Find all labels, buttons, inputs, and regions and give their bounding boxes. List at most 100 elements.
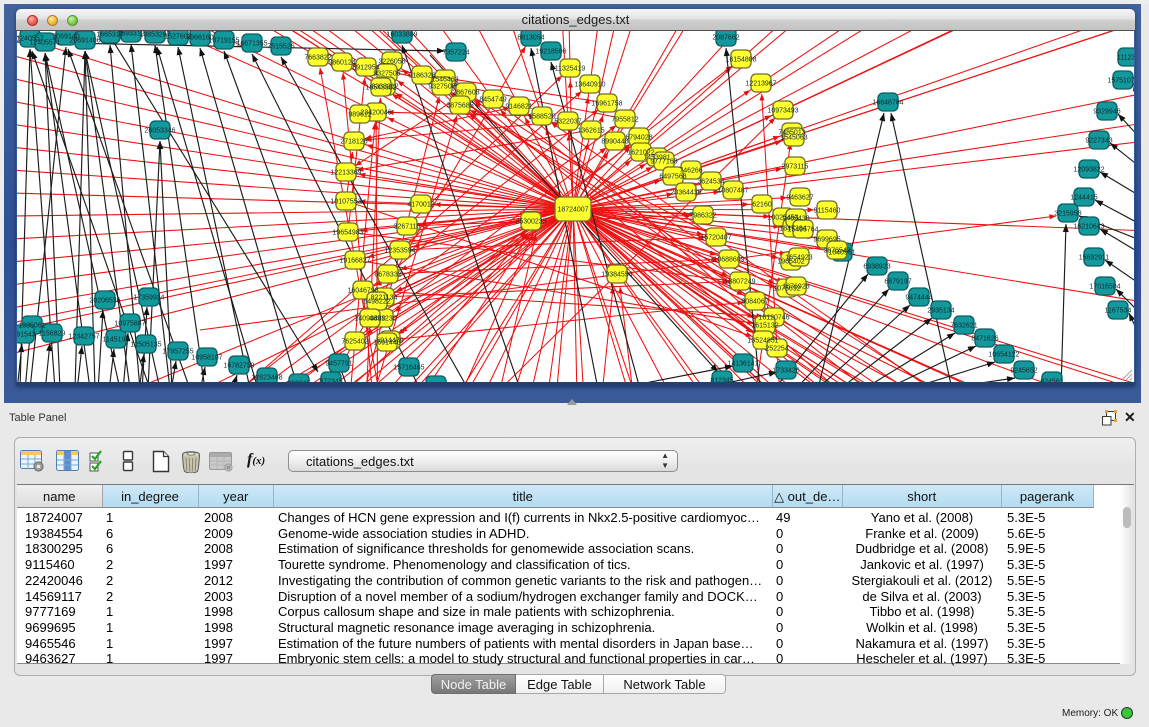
svg-text:8678332: 8678332 <box>374 271 401 278</box>
svg-text:989612: 989612 <box>348 111 371 118</box>
svg-text:2087662: 2087662 <box>712 34 739 41</box>
svg-text:1545063: 1545063 <box>780 134 807 141</box>
svg-text:7632621: 7632621 <box>950 322 977 329</box>
svg-text:13640910: 13640910 <box>574 81 605 88</box>
svg-text:17359934: 17359934 <box>133 294 164 301</box>
svg-text:20206536: 20206536 <box>89 297 120 304</box>
svg-text:25300235: 25300235 <box>515 218 546 225</box>
svg-text:9457791: 9457791 <box>325 360 352 367</box>
svg-text:7515526: 7515526 <box>267 43 294 50</box>
svg-text:3875685: 3875685 <box>446 102 473 109</box>
svg-text:11325419: 11325419 <box>555 65 586 72</box>
svg-text:9463627: 9463627 <box>786 194 813 201</box>
svg-text:1588520: 1588520 <box>528 113 555 120</box>
svg-text:1335061: 1335061 <box>18 322 45 329</box>
svg-text:12823468: 12823468 <box>251 374 282 381</box>
svg-text:8498222: 8498222 <box>363 298 390 305</box>
svg-text:16046798: 16046798 <box>347 287 378 294</box>
svg-text:6938923: 6938923 <box>863 263 890 270</box>
svg-text:1244415: 1244415 <box>1070 194 1097 201</box>
svg-text:1691448: 1691448 <box>373 339 400 346</box>
svg-text:6794028: 6794028 <box>625 134 652 141</box>
svg-text:10973493: 10973493 <box>767 107 798 114</box>
svg-text:252254: 252254 <box>765 345 788 352</box>
svg-text:26053346: 26053346 <box>144 127 175 134</box>
svg-text:1362615: 1362615 <box>577 127 604 134</box>
svg-text:10958107: 10958107 <box>191 354 222 361</box>
svg-text:9227343: 9227343 <box>1085 137 1112 144</box>
svg-text:20691406: 20691406 <box>69 37 100 44</box>
svg-text:15495764: 15495764 <box>787 226 818 233</box>
svg-text:10688609: 10688609 <box>713 256 744 263</box>
svg-text:9329946: 9329946 <box>1093 108 1120 115</box>
svg-text:18724007: 18724007 <box>557 206 588 213</box>
svg-text:8813054: 8813054 <box>517 34 544 41</box>
svg-text:9245652: 9245652 <box>1010 367 1037 374</box>
svg-text:12093822: 12093822 <box>1073 166 1104 173</box>
svg-text:9474444: 9474444 <box>905 294 932 301</box>
svg-text:10807487: 10807487 <box>717 187 748 194</box>
svg-text:14136141: 14136141 <box>727 360 758 367</box>
svg-text:3624534: 3624534 <box>697 178 724 185</box>
svg-text:8912954: 8912954 <box>352 64 379 71</box>
svg-text:16120746: 16120746 <box>758 314 789 321</box>
svg-text:12405571: 12405571 <box>29 39 60 46</box>
svg-text:1876928: 1876928 <box>782 283 809 290</box>
svg-text:3215958: 3215958 <box>1054 210 1081 217</box>
svg-text:111234: 111234 <box>1117 54 1134 61</box>
svg-text:16671355: 16671355 <box>236 40 267 47</box>
svg-text:20364436: 20364436 <box>670 189 701 196</box>
svg-text:19654983: 19654983 <box>332 229 363 236</box>
svg-text:17016504: 17016504 <box>1089 283 1120 290</box>
svg-text:16961758: 16961758 <box>591 100 622 107</box>
svg-text:1156829: 1156829 <box>39 330 66 337</box>
svg-text:1733426: 1733426 <box>772 367 799 374</box>
svg-text:1654923: 1654923 <box>785 254 812 261</box>
svg-text:13524851: 13524851 <box>747 337 778 344</box>
svg-text:1145194: 1145194 <box>103 336 130 343</box>
svg-text:6879197: 6879197 <box>884 278 911 285</box>
svg-text:9146821: 9146821 <box>505 103 532 110</box>
svg-text:9084067: 9084067 <box>741 298 768 305</box>
svg-text:2973115: 2973115 <box>782 163 809 170</box>
svg-text:15720407: 15720407 <box>700 234 731 241</box>
svg-text:17957255: 17957255 <box>162 348 193 355</box>
svg-text:9465438: 9465438 <box>782 215 809 222</box>
svg-text:12342757: 12342757 <box>68 333 99 340</box>
svg-text:10107553: 10107553 <box>330 198 361 205</box>
svg-text:16782759: 16782759 <box>223 362 254 369</box>
svg-text:8471626: 8471626 <box>971 335 998 342</box>
svg-text:3226058: 3226058 <box>378 58 405 65</box>
svg-text:18807249: 18807249 <box>724 278 755 285</box>
svg-text:9777169: 9777169 <box>650 158 677 165</box>
svg-text:16033809: 16033809 <box>386 31 417 38</box>
svg-text:7986322: 7986322 <box>689 212 716 219</box>
svg-text:3267110: 3267110 <box>394 223 421 230</box>
svg-text:12505135: 12505135 <box>130 341 161 348</box>
svg-text:1615132: 1615132 <box>751 322 778 329</box>
svg-text:1167534: 1167534 <box>1105 307 1132 314</box>
svg-text:391543: 391543 <box>17 331 36 338</box>
svg-text:15716465: 15716465 <box>393 364 424 371</box>
svg-text:10719155: 10719155 <box>208 37 239 44</box>
svg-text:7955812: 7955812 <box>611 116 638 123</box>
svg-text:2935134: 2935134 <box>927 307 954 314</box>
svg-text:16210643: 16210643 <box>1073 223 1104 230</box>
svg-text:7625402: 7625402 <box>341 338 368 345</box>
svg-text:62160: 62160 <box>752 201 772 208</box>
svg-text:6497568: 6497568 <box>659 173 686 180</box>
svg-text:9876543: 9876543 <box>823 247 850 254</box>
svg-text:10654122: 10654122 <box>988 351 1019 358</box>
svg-text:2867608: 2867608 <box>452 89 479 96</box>
svg-text:15692911: 15692911 <box>1079 254 1110 261</box>
svg-text:19166827: 19166827 <box>339 257 370 264</box>
svg-text:9699695: 9699695 <box>813 236 840 243</box>
svg-text:19384554: 19384554 <box>601 271 632 278</box>
svg-text:15751074: 15751074 <box>1107 77 1134 84</box>
svg-text:8454749: 8454749 <box>479 96 506 103</box>
svg-text:12213967: 12213967 <box>745 80 776 87</box>
svg-text:16154808: 16154808 <box>725 56 756 63</box>
svg-text:16648784: 16648784 <box>872 99 903 106</box>
svg-text:10975887: 10975887 <box>114 320 145 327</box>
svg-text:16543382: 16543382 <box>365 84 396 91</box>
